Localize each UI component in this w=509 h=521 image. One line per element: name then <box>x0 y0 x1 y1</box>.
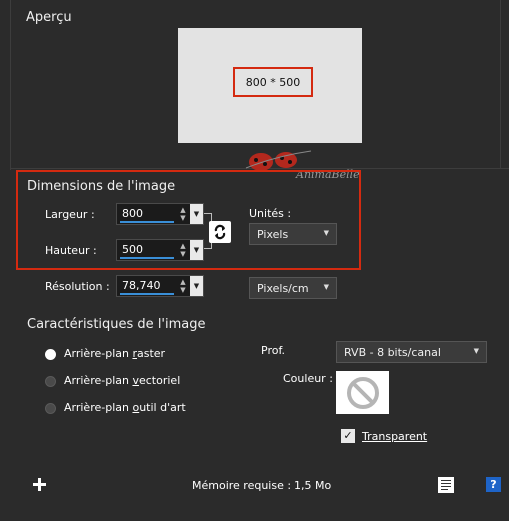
characteristics-title: Caractéristiques de l'image <box>27 317 206 332</box>
frame-left-line <box>10 0 11 170</box>
height-label: Hauteur : <box>45 244 97 257</box>
width-label: Largeur : <box>45 208 95 221</box>
resolution-input[interactable]: 78,740 ▲ ▼ ▼ <box>116 275 204 297</box>
no-color-icon <box>346 376 379 409</box>
aspect-lock-button[interactable] <box>209 221 231 243</box>
resolution-dropdown-arrow[interactable]: ▼ <box>190 276 203 296</box>
width-spin-arrows[interactable]: ▲ ▼ <box>178 206 188 222</box>
preview-title: Aperçu <box>26 10 72 25</box>
units-value: Pixels <box>257 228 289 241</box>
units-select[interactable]: Pixels ▼ <box>249 223 337 245</box>
transparent-checkbox[interactable]: ✓ <box>341 429 355 443</box>
radio-raster[interactable] <box>45 349 56 360</box>
height-slider-bar[interactable] <box>120 257 174 259</box>
width-slider-bar[interactable] <box>120 221 174 223</box>
chevron-down-icon: ▼ <box>473 347 479 355</box>
resolution-value: 78,740 <box>122 279 161 292</box>
height-dropdown-arrow[interactable]: ▼ <box>190 240 203 260</box>
help-icon[interactable]: ? <box>486 477 501 492</box>
frame-right-line <box>500 0 501 168</box>
transparent-label: Transparent <box>362 430 428 443</box>
radio-vector[interactable] <box>45 376 56 387</box>
depth-value: RVB - 8 bits/canal <box>344 346 441 359</box>
document-icon[interactable] <box>438 477 454 493</box>
radio-art[interactable] <box>45 403 56 414</box>
width-value: 800 <box>122 207 143 220</box>
depth-select[interactable]: RVB - 8 bits/canal ▼ <box>336 341 487 363</box>
units-label: Unités : <box>249 207 292 220</box>
color-label: Couleur : <box>283 372 333 385</box>
width-input[interactable]: 800 ▲ ▼ ▼ <box>116 203 204 225</box>
depth-label: Prof. <box>261 344 286 357</box>
memory-label: Mémoire requise : <box>192 479 292 492</box>
vector-label: Arrière-plan vectoriel <box>64 374 181 387</box>
resolution-unit-value: Pixels/cm <box>257 282 309 295</box>
resolution-slider-bar[interactable] <box>120 293 174 295</box>
resolution-unit-select[interactable]: Pixels/cm ▼ <box>249 277 337 299</box>
height-value: 500 <box>122 243 143 256</box>
height-spin-arrows[interactable]: ▲ ▼ <box>178 242 188 258</box>
color-swatch[interactable] <box>336 371 389 414</box>
dimensions-title: Dimensions de l'image <box>27 179 176 194</box>
add-icon[interactable] <box>33 478 46 491</box>
chain-link-icon <box>214 224 226 240</box>
chevron-down-icon: ▼ <box>323 229 329 237</box>
preview-size-label: 800 * 500 <box>233 67 313 97</box>
resolution-label: Résolution : <box>45 280 110 293</box>
height-input[interactable]: 500 ▲ ▼ ▼ <box>116 239 204 261</box>
chevron-down-icon: ▼ <box>323 283 329 291</box>
resolution-spin-arrows[interactable]: ▲ ▼ <box>178 278 188 294</box>
raster-label: Arrière-plan raster <box>64 347 166 360</box>
memory-value: 1,5 Mo <box>294 479 332 492</box>
art-label: Arrière-plan outil d'art <box>64 401 186 414</box>
width-dropdown-arrow[interactable]: ▼ <box>190 204 203 224</box>
